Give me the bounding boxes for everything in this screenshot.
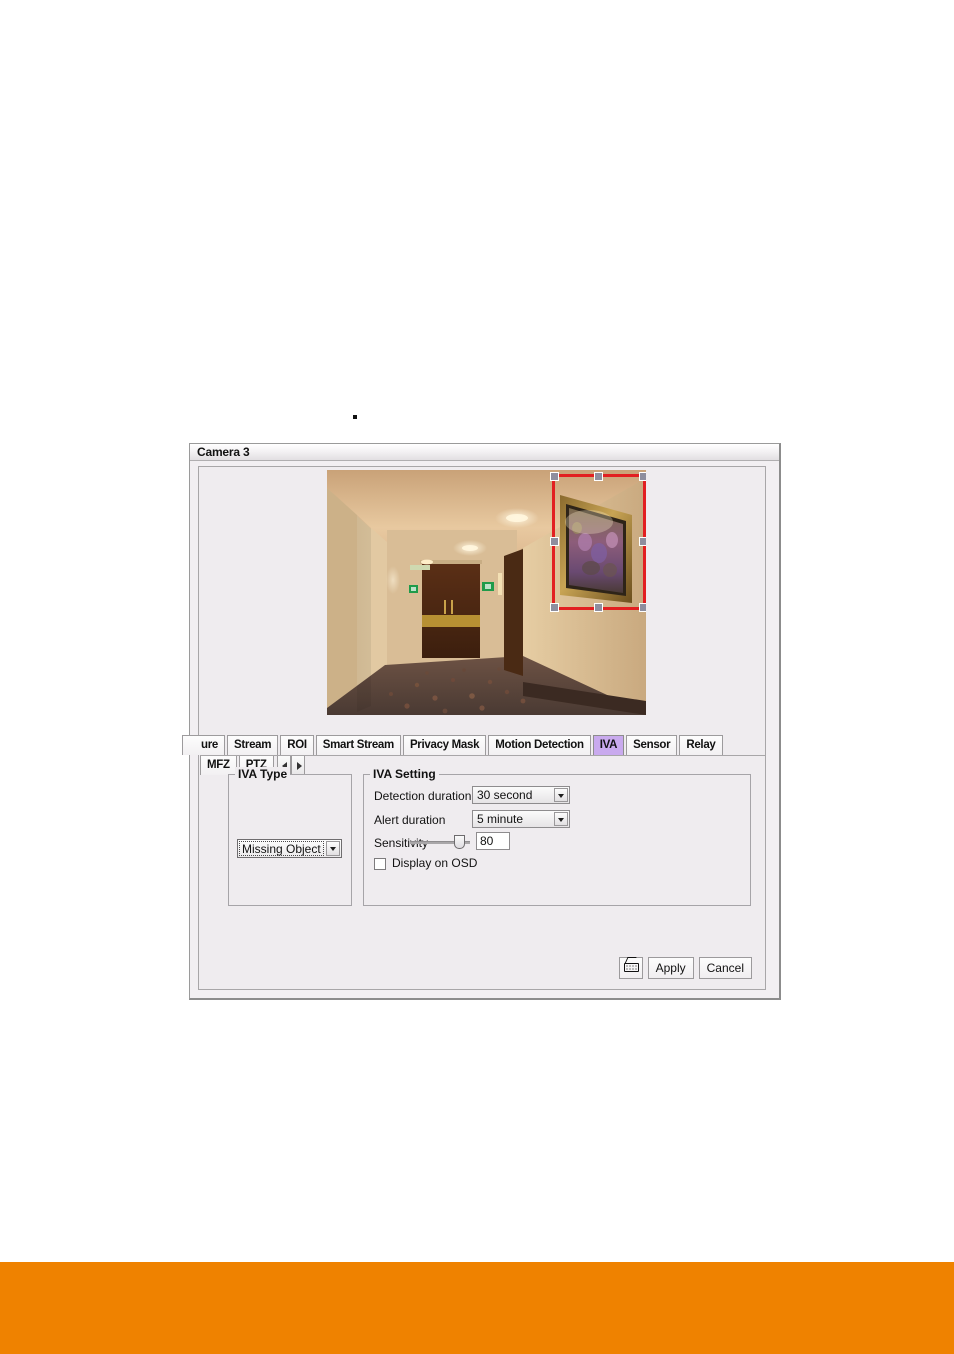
roi-handle-bottom-left[interactable] <box>550 603 559 612</box>
settings-tabbar: ure Stream ROI Smart Stream Privacy Mask… <box>182 735 750 775</box>
tab-smart-stream[interactable]: Smart Stream <box>315 735 401 755</box>
detection-duration-value: 30 second <box>477 788 533 802</box>
chevron-down-icon[interactable] <box>554 812 568 826</box>
roi-handle-top-left[interactable] <box>550 472 559 481</box>
iva-setting-group: IVA Setting Detection duration 30 second… <box>363 767 751 906</box>
alert-duration-label: Alert duration <box>374 813 446 827</box>
roi-handle-bottom-middle[interactable] <box>594 603 603 612</box>
alert-duration-select[interactable]: 5 minute <box>472 810 570 828</box>
sensitivity-slider[interactable] <box>410 834 470 850</box>
dialog-button-row: Apply Cancel <box>614 957 752 979</box>
window-titlebar: Camera 3 <box>190 444 779 461</box>
tab-iva[interactable]: IVA <box>592 735 625 755</box>
iva-type-group: IVA Type Missing Object <box>228 767 352 906</box>
keyboard-icon <box>623 963 639 972</box>
cancel-button[interactable]: Cancel <box>698 957 752 979</box>
iva-type-value: Missing Object <box>242 842 321 856</box>
tab-motion-detection[interactable]: Motion Detection <box>488 735 591 755</box>
tab-privacy-mask[interactable]: Privacy Mask <box>402 735 487 755</box>
chevron-down-icon[interactable] <box>326 841 340 856</box>
iva-setting-legend: IVA Setting <box>370 767 439 781</box>
iva-type-legend: IVA Type <box>235 767 291 781</box>
camera-settings-window: Camera 3 ure Stream ROI Smart Stream Pri… <box>182 443 781 1000</box>
tab-picture[interactable]: ure <box>182 735 225 755</box>
virtual-keyboard-button[interactable] <box>618 957 643 979</box>
display-on-osd-label: Display on OSD <box>392 856 478 870</box>
page-bullet-mark <box>353 415 357 419</box>
display-on-osd-checkbox[interactable] <box>374 858 386 870</box>
video-preview[interactable] <box>327 470 646 715</box>
roi-handle-top-right[interactable] <box>639 472 646 481</box>
chevron-down-icon[interactable] <box>554 788 568 802</box>
roi-handle-middle-right[interactable] <box>639 537 646 546</box>
alert-duration-value: 5 minute <box>477 812 524 826</box>
detection-duration-label: Detection duration <box>374 789 472 803</box>
roi-handle-top-middle[interactable] <box>594 472 603 481</box>
roi-rectangle[interactable] <box>550 472 646 612</box>
apply-button[interactable]: Apply <box>647 957 694 979</box>
roi-handle-bottom-right[interactable] <box>639 603 646 612</box>
sensitivity-slider-thumb[interactable] <box>454 835 465 849</box>
window-title: Camera 3 <box>197 445 250 459</box>
tab-relay[interactable]: Relay <box>679 735 723 755</box>
window-client-area: ure Stream ROI Smart Stream Privacy Mask… <box>182 466 766 990</box>
iva-tab-page: IVA Type Missing Object IVA Setting Dete… <box>200 755 766 990</box>
detection-duration-select[interactable]: 30 second <box>472 786 570 804</box>
page-footer-band <box>0 1262 954 1354</box>
tab-stream[interactable]: Stream <box>227 735 279 755</box>
roi-handle-middle-left[interactable] <box>550 537 559 546</box>
tab-roi[interactable]: ROI <box>280 735 314 755</box>
iva-type-select[interactable]: Missing Object <box>237 839 342 858</box>
sensitivity-value-input[interactable]: 80 <box>476 832 510 850</box>
tab-sensor[interactable]: Sensor <box>626 735 678 755</box>
